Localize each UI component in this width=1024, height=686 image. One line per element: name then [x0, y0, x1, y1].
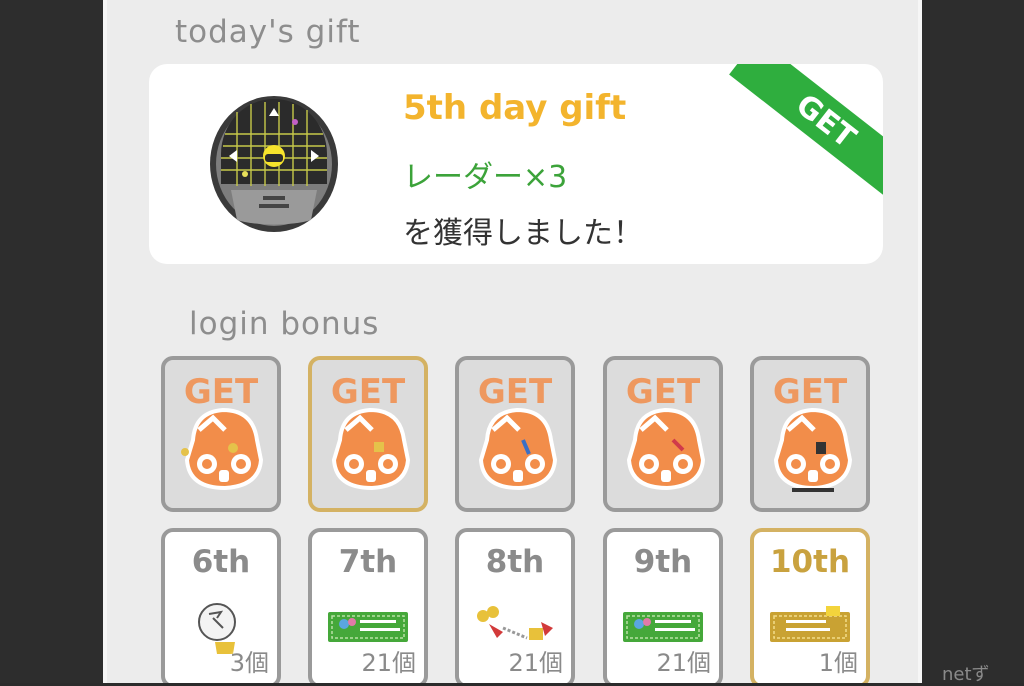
- gift-day-label: 5th day gift: [403, 88, 627, 128]
- bonus-tile-day-7[interactable]: 7th 21個: [308, 528, 428, 683]
- bonus-tile-day-1[interactable]: GET: [161, 356, 281, 512]
- reward-quantity: 21個: [361, 649, 416, 677]
- bonus-tile-day-8[interactable]: 8th 21個: [455, 528, 575, 683]
- bonus-tile-day-4[interactable]: GET: [603, 356, 723, 512]
- get-ribbon-text: GET: [789, 87, 863, 155]
- login-bonus-title: login bonus: [189, 306, 380, 342]
- right-margin: netず: [922, 0, 1024, 685]
- reward-quantity: 3個: [229, 649, 269, 677]
- bonus-tile-day-3[interactable]: GET: [455, 356, 575, 512]
- day-label: 10th: [769, 544, 851, 580]
- day-label: 6th: [191, 544, 251, 580]
- get-ribbon: GET: [729, 64, 883, 204]
- todays-gift-title: today's gift: [175, 14, 361, 50]
- day-label: 8th: [485, 544, 545, 580]
- bonus-tile-day-2[interactable]: GET: [308, 356, 428, 512]
- reward-quantity: 21個: [508, 649, 563, 677]
- todays-gift-card: 5th day gift レーダー×3 を獲得しました！ GET: [149, 64, 883, 264]
- claimed-stamp-icon: [626, 407, 706, 491]
- bonus-tile-day-9[interactable]: 9th 21個: [603, 528, 723, 683]
- claimed-stamp-icon: [331, 407, 411, 491]
- claimed-stamp-icon: [773, 407, 853, 492]
- gift-item-label: レーダー×3: [403, 160, 568, 195]
- radar-item-icon: [210, 96, 338, 232]
- reward-quantity: 21個: [656, 649, 711, 677]
- left-margin: [0, 0, 103, 683]
- bonus-tile-day-10[interactable]: 10th 1個: [750, 528, 870, 683]
- gift-message: を獲得しました！: [403, 216, 643, 251]
- claimed-stamp-icon: [478, 407, 558, 491]
- sidebar-peek-text: netず: [942, 664, 990, 685]
- gift-panel: today's gift 5th day gift レーダー×3 を獲得しました…: [103, 0, 922, 683]
- day-label: 7th: [338, 544, 398, 580]
- day-label: 9th: [633, 544, 693, 580]
- bonus-tile-day-6[interactable]: 6th 3個: [161, 528, 281, 683]
- bonus-tile-day-5[interactable]: GET: [750, 356, 870, 512]
- claimed-stamp-icon: [181, 407, 264, 491]
- reward-quantity: 1個: [818, 649, 858, 677]
